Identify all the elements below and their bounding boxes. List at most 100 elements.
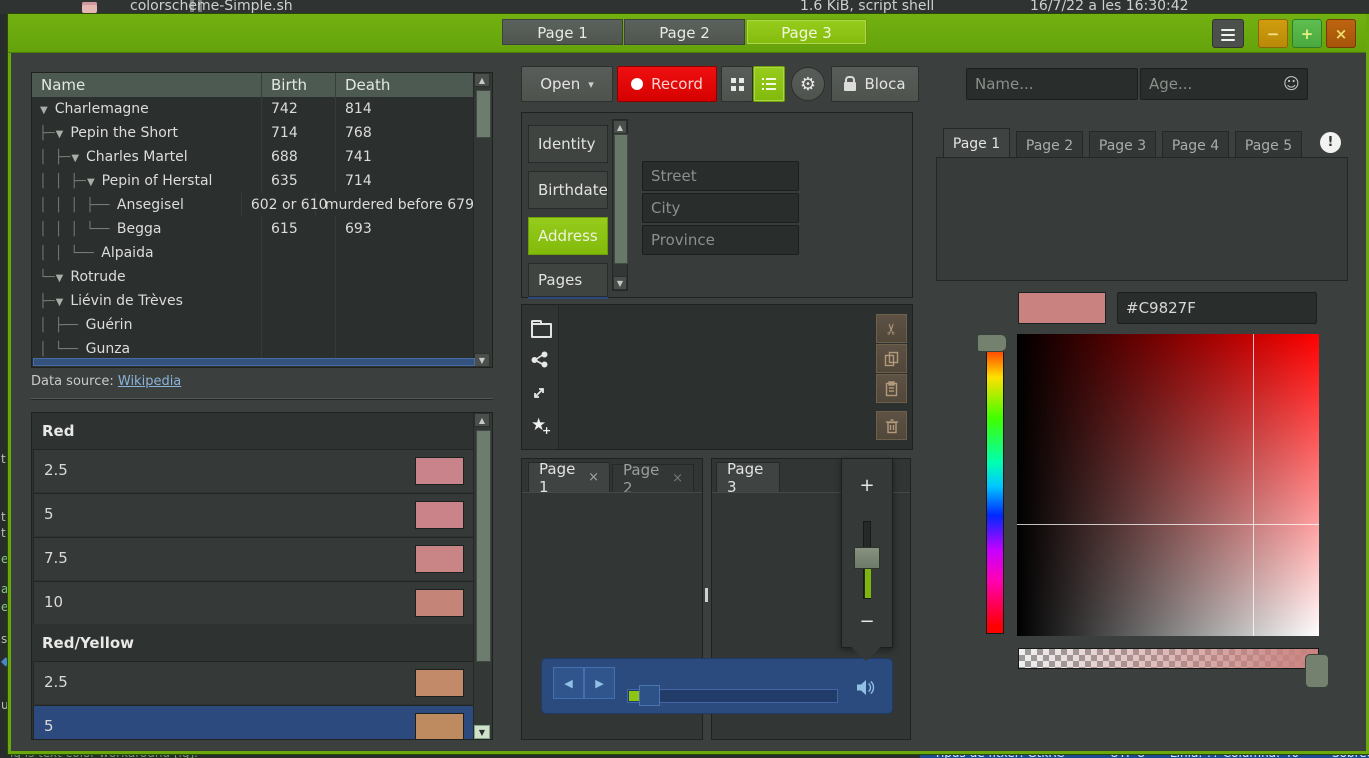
zoom-out-button[interactable]: −: [842, 611, 892, 632]
scroll-up-icon[interactable]: ▲: [474, 73, 490, 87]
fullscreen-button[interactable]: [531, 385, 547, 405]
grid-view-toggle[interactable]: [721, 66, 753, 102]
list-view-toggle[interactable]: [753, 66, 785, 102]
hue-slider[interactable]: [986, 338, 1004, 634]
tree-expander-icon[interactable]: ▼: [56, 273, 64, 284]
titlebar-tab-page-3[interactable]: Page 3: [746, 19, 867, 45]
saturation-value-plane[interactable]: [1017, 334, 1319, 636]
wikipedia-link[interactable]: Wikipedia: [118, 374, 181, 389]
cut-button[interactable]: ✂: [876, 314, 907, 343]
scroll-up-icon[interactable]: ▲: [613, 120, 627, 134]
menu-button[interactable]: [1212, 19, 1244, 48]
copy-button[interactable]: [876, 344, 907, 373]
scrollbar-thumb[interactable]: [33, 358, 475, 366]
tree-row[interactable]: └─▼Rotrude: [32, 265, 474, 289]
tab-page-1[interactable]: Page 1×: [528, 462, 610, 492]
color-list-item[interactable]: 2.5: [33, 449, 474, 492]
record-button[interactable]: Record: [617, 66, 717, 102]
sidebar-item-pages[interactable]: Pages: [528, 263, 608, 297]
column-header-birth[interactable]: Birth: [262, 73, 336, 97]
tab-page-2[interactable]: Page 2×: [612, 464, 694, 492]
sidebar-item-address[interactable]: Address: [528, 217, 608, 255]
lock-button[interactable]: Bloca: [831, 66, 919, 102]
scrollbar-thumb[interactable]: [476, 430, 491, 662]
province-field[interactable]: [642, 225, 799, 255]
tree-row[interactable]: │ │ │ └── Begga615693: [32, 217, 474, 241]
tree-row[interactable]: │ ├── Guérin: [32, 313, 474, 337]
tree-expander-icon[interactable]: ▼: [40, 105, 48, 116]
minimize-button[interactable]: −: [1258, 19, 1288, 48]
smiley-icon[interactable]: ☺: [1283, 74, 1300, 93]
color-list-item[interactable]: 5: [33, 705, 474, 740]
scrollbar-thumb[interactable]: [614, 134, 628, 264]
color-list-item[interactable]: 10: [33, 581, 474, 624]
current-color-swatch[interactable]: [1018, 292, 1106, 324]
tab-page-4[interactable]: Page 4: [1162, 131, 1229, 160]
titlebar-tab-page-1[interactable]: Page 1: [502, 19, 623, 45]
settings-button[interactable]: ⚙: [791, 67, 825, 101]
tree-row[interactable]: │ │ ├─▼Pepin of Herstal635714: [32, 169, 474, 193]
tab-close-icon[interactable]: ×: [672, 471, 683, 486]
zoom-in-button[interactable]: +: [842, 475, 892, 496]
scroll-down-icon[interactable]: ▼: [613, 276, 627, 290]
sidebar-scrollbar[interactable]: ▲ ▼: [612, 119, 628, 291]
column-header-name[interactable]: Name: [32, 73, 262, 97]
city-field[interactable]: [642, 193, 799, 223]
maximize-button[interactable]: +: [1292, 19, 1322, 48]
tree-expander-icon[interactable]: ▼: [56, 129, 64, 140]
close-button[interactable]: ×: [1326, 19, 1356, 48]
sidebar-item-identity[interactable]: Identity: [528, 125, 608, 163]
titlebar[interactable]: Page 1Page 2Page 3 − + ×: [8, 14, 1366, 53]
open-button[interactable]: Open ▾: [521, 66, 613, 102]
tab-page-5[interactable]: Page 5: [1235, 131, 1302, 160]
list-vertical-scrollbar[interactable]: ▲ ▼: [473, 413, 492, 739]
paste-button[interactable]: [876, 374, 907, 403]
hue-slider-handle[interactable]: [977, 334, 1007, 352]
tree-row[interactable]: ├─▼Pepin the Short714768: [32, 121, 474, 145]
scroll-down-icon[interactable]: ▼: [474, 725, 490, 739]
tree-row[interactable]: ▼Charlemagne742814: [32, 97, 474, 121]
color-list-item[interactable]: 2.5: [33, 661, 474, 704]
folder-button[interactable]: [531, 323, 552, 338]
tree-expander-icon[interactable]: ▼: [56, 297, 64, 308]
previous-button[interactable]: ◀: [553, 667, 584, 699]
tree-expander-icon[interactable]: ▼: [71, 153, 79, 164]
tree-cell-death: murdered before 679: [316, 193, 474, 217]
tree-row-name: Pepin of Herstal: [102, 173, 213, 189]
tree-vertical-scrollbar[interactable]: ▲ ▼: [473, 73, 492, 367]
tab-page-3[interactable]: Page 3: [1089, 131, 1156, 160]
tree-row[interactable]: ├─▼Liévin de Trèves: [32, 289, 474, 313]
zoom-slider-handle[interactable]: [854, 547, 880, 569]
tree-expander-icon[interactable]: ▼: [87, 177, 95, 188]
street-field[interactable]: [642, 161, 799, 191]
name-input[interactable]: [966, 68, 1138, 100]
color-list-item[interactable]: 5: [33, 493, 474, 536]
tree-row[interactable]: │ │ │ ├── Ansegisel602 or 610murdered be…: [32, 193, 474, 217]
tree-row[interactable]: │ ├─▼Charles Martel688741: [32, 145, 474, 169]
scrollbar-thumb[interactable]: [476, 90, 491, 138]
scroll-down-icon[interactable]: ▼: [474, 353, 490, 367]
share-button[interactable]: [531, 351, 548, 372]
tab-page-3[interactable]: Page 3: [716, 462, 780, 492]
favorite-button[interactable]: ★+: [531, 415, 546, 435]
tree-row[interactable]: │ │ └── Alpaida: [32, 241, 474, 265]
tab-close-icon[interactable]: ×: [588, 470, 599, 485]
sidebar-item-birthdate[interactable]: Birthdate: [528, 171, 608, 209]
tab-page-1[interactable]: Page 1: [943, 128, 1010, 158]
next-button[interactable]: ▶: [584, 667, 615, 699]
seek-slider-handle[interactable]: [639, 685, 660, 706]
color-list-item[interactable]: 7.5: [33, 537, 474, 580]
column-header-death[interactable]: Death: [336, 73, 492, 97]
alpha-slider[interactable]: [1018, 648, 1319, 669]
alpha-slider-handle[interactable]: [1305, 654, 1329, 688]
delete-button[interactable]: [876, 411, 907, 440]
hex-color-input[interactable]: [1117, 292, 1317, 324]
tree-body: ▼Charlemagne742814├─▼Pepin the Short7147…: [32, 97, 474, 361]
volume-button[interactable]: [856, 679, 876, 700]
tab-page-2[interactable]: Page 2: [1016, 131, 1083, 160]
warning-icon[interactable]: !: [1320, 132, 1341, 153]
tree-horizontal-scrollbar[interactable]: [33, 358, 475, 366]
pane-separator-handle[interactable]: [705, 588, 708, 602]
scroll-up-icon[interactable]: ▲: [474, 413, 490, 427]
titlebar-tab-page-2[interactable]: Page 2: [624, 19, 745, 45]
